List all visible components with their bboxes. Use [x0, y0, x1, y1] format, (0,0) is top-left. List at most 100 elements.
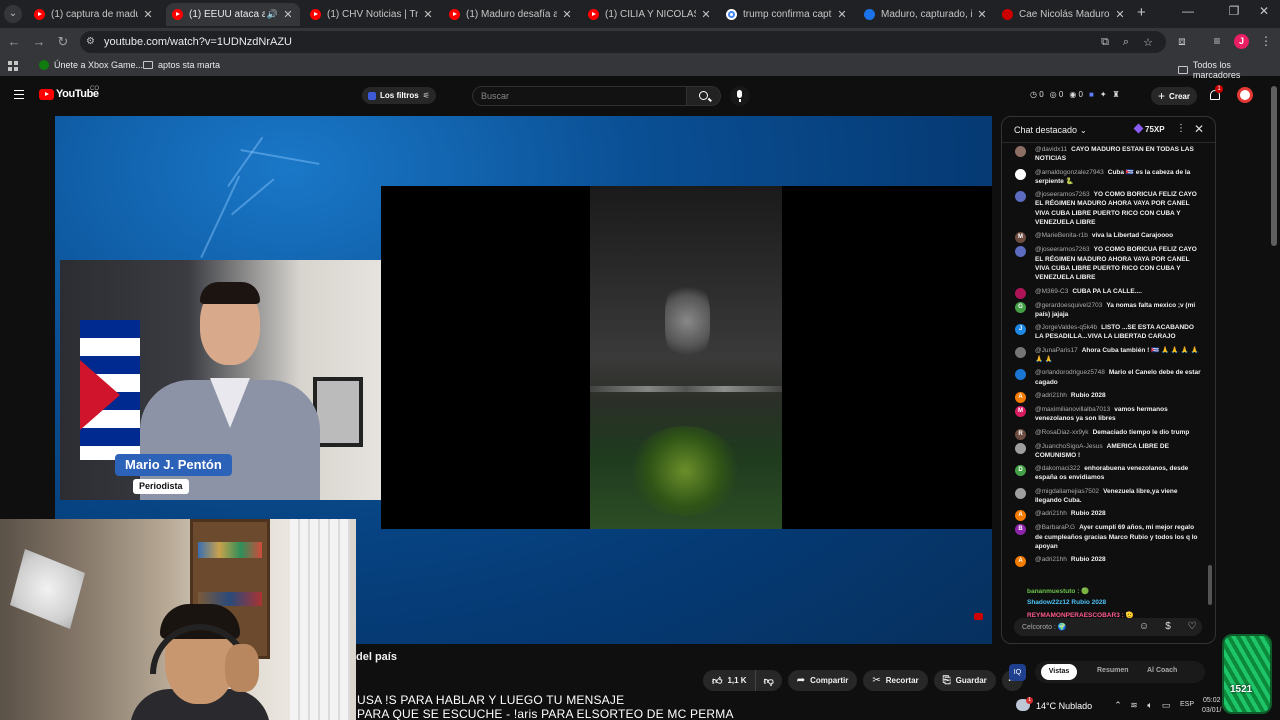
close-icon[interactable]: ✕ [836, 8, 848, 21]
chat-avatar[interactable]: A [1015, 510, 1026, 522]
media-control-icon[interactable]: ≡ [1209, 34, 1225, 48]
close-chat-icon[interactable]: ✕ [1194, 122, 1204, 136]
profile-avatar[interactable]: J [1234, 34, 1249, 49]
chat-author[interactable]: @adri21hh [1035, 556, 1067, 563]
chat-author[interactable]: @MarieBenita-r1b [1035, 232, 1088, 239]
like-button[interactable]: 👍︎ 1,1 K [703, 670, 756, 691]
chat-author[interactable]: @maximilianovillalba7013 [1035, 406, 1110, 413]
microphone-icon[interactable] [730, 86, 750, 106]
chat-author[interactable]: @joseeramos7263 [1035, 191, 1090, 198]
chat-avatar[interactable] [1015, 246, 1026, 258]
browser-tab[interactable]: (1) Maduro desafía a Trun ✕ [443, 3, 579, 26]
chat-avatar[interactable]: J [1015, 324, 1026, 336]
chat-author[interactable]: @arnaldogonzalez7943 [1035, 169, 1104, 176]
volume-icon[interactable]: 🔈︎ [1144, 700, 1156, 711]
reload-icon[interactable]: ↻ [55, 34, 71, 50]
extension-icon[interactable]: ♜ [1113, 90, 1120, 99]
chat-author[interactable]: @dakomaci322 [1035, 465, 1080, 472]
scrollbar-thumb[interactable] [1208, 565, 1212, 605]
create-button[interactable]: + Crear [1151, 87, 1197, 105]
chat-avatar[interactable]: B [1015, 524, 1026, 536]
close-icon[interactable]: ✕ [282, 8, 294, 21]
chat-avatar[interactable] [1015, 191, 1026, 203]
extension-icon[interactable]: ✦ [1100, 90, 1107, 99]
chevron-up-icon[interactable]: ⌃ [1112, 700, 1124, 711]
all-bookmarks-button[interactable]: Todos los marcadores [1178, 60, 1280, 80]
close-icon[interactable]: ✕ [1114, 8, 1126, 21]
share-button[interactable]: ➦ Compartir [787, 670, 858, 691]
chat-author[interactable]: @joseeramos7263 [1035, 246, 1090, 253]
dislike-button[interactable]: 👎︎ [755, 670, 782, 691]
xp-badge[interactable]: 75XP [1133, 123, 1165, 134]
browser-tab[interactable]: (1) CILIA Y NICOLAS MAD ✕ [582, 3, 718, 26]
site-info-icon[interactable]: ⚙ [86, 36, 95, 47]
chat-avatar[interactable] [1015, 346, 1026, 358]
address-bar[interactable]: ⚙ youtube.com/watch?v=1UDNzdNrAZU ⧉ ⌕ ☆ [80, 31, 1166, 53]
battery-icon[interactable]: ▭ [1160, 700, 1172, 711]
tab-resumen[interactable]: Resumen [1097, 667, 1129, 674]
wifi-icon[interactable]: ≋ [1128, 700, 1140, 711]
extension-icon[interactable]: ■ [1089, 90, 1094, 99]
clock[interactable]: 05:02 03/01/ [1202, 696, 1221, 716]
chat-author[interactable]: @JunaParis17 [1035, 347, 1078, 354]
chat-avatar[interactable]: M [1015, 232, 1026, 244]
speaker-icon[interactable]: 🔊 [267, 9, 278, 20]
window-close-icon[interactable]: ✕ [1256, 4, 1272, 18]
browser-tab-active[interactable]: (1) EEUU ataca al régi 🔊 ✕ [166, 3, 300, 26]
install-app-icon[interactable]: ⧉ [1098, 36, 1112, 49]
chat-message-list[interactable]: @davidx11 CAYO MADURO ESTAN EN TODAS LAS … [1002, 143, 1207, 611]
chat-author[interactable]: @davidx11 [1035, 146, 1067, 153]
heart-icon[interactable]: ♡ [1186, 621, 1198, 632]
apps-grid-icon[interactable] [8, 61, 18, 71]
close-icon[interactable]: ✕ [700, 8, 712, 21]
super-chat-icon[interactable]: $ [1162, 621, 1174, 632]
chat-author[interactable]: @JuanchoSigoA-Jesus [1035, 443, 1103, 450]
url-text[interactable]: youtube.com/watch?v=1UDNzdNrAZU [104, 36, 292, 48]
chat-avatar[interactable]: R [1015, 428, 1026, 440]
close-icon[interactable]: ✕ [561, 8, 573, 21]
chat-mode-dropdown[interactable]: Chat destacado ⌄ [1014, 125, 1087, 135]
menu-icon[interactable] [14, 90, 24, 99]
chat-author[interactable]: @orlandorodriguez5748 [1035, 369, 1105, 376]
chat-avatar[interactable]: M [1015, 405, 1026, 417]
close-icon[interactable]: ✕ [142, 8, 154, 21]
chat-avatar[interactable] [1015, 287, 1026, 299]
browser-tab[interactable]: trump confirma captura d ✕ [720, 3, 854, 26]
chat-avatar[interactable]: A [1015, 556, 1026, 568]
chat-more-icon[interactable]: ⋮ [1176, 123, 1186, 134]
tab-vistas[interactable]: Vistas [1041, 664, 1077, 680]
extensions-icon[interactable]: ⧈ [1174, 34, 1190, 49]
tab-search-icon[interactable]: ⌄ [4, 5, 22, 23]
chat-author[interactable]: @adri21hh [1035, 510, 1067, 517]
search-box[interactable] [472, 86, 687, 106]
youtube-logo-icon[interactable] [39, 89, 54, 100]
chat-author[interactable]: @gerardoesquivel2703 [1035, 302, 1102, 309]
back-icon[interactable]: ← [6, 34, 22, 50]
forward-icon[interactable]: → [31, 34, 47, 50]
chat-avatar[interactable]: G [1015, 301, 1026, 313]
bookmark-item[interactable]: Únete a Xbox Game... [39, 60, 143, 70]
chat-avatar[interactable]: D [1015, 465, 1026, 477]
weather-text[interactable]: 14°C Nublado [1036, 701, 1092, 711]
bookmark-star-icon[interactable]: ☆ [1141, 36, 1155, 49]
chat-author[interactable]: @M369-C3 [1035, 288, 1068, 295]
chat-author[interactable]: @JorgeValdes-q5k4b [1035, 324, 1097, 331]
extension-logo-icon[interactable]: IQ [1009, 664, 1026, 681]
page-scrollbar[interactable] [1271, 86, 1277, 246]
filters-button[interactable]: Los filtros ⚟ [362, 87, 436, 104]
more-menu-icon[interactable]: ⋮ [1258, 34, 1274, 48]
browser-tab[interactable]: Maduro, capturado, infor ✕ [858, 3, 994, 26]
minimize-icon[interactable]: — [1180, 4, 1196, 18]
tab-al-coach[interactable]: Al Coach [1147, 667, 1177, 674]
browser-tab[interactable]: (1) CHV Noticias | Tru ✕ [304, 3, 440, 26]
chat-author[interactable]: @BarbaraP.G [1035, 524, 1075, 531]
bookmark-item[interactable]: aptos sta marta [143, 60, 220, 70]
chat-avatar[interactable] [1015, 168, 1026, 180]
save-button[interactable]: ⎘ Guardar [933, 670, 996, 691]
chat-author[interactable]: @adri21hh [1035, 392, 1067, 399]
chat-author[interactable]: @migdaliamejias7502 [1035, 488, 1099, 495]
close-icon[interactable]: ✕ [422, 8, 434, 21]
chat-avatar[interactable] [1015, 369, 1026, 381]
close-icon[interactable]: ✕ [976, 8, 988, 21]
chat-avatar[interactable]: A [1015, 391, 1026, 403]
